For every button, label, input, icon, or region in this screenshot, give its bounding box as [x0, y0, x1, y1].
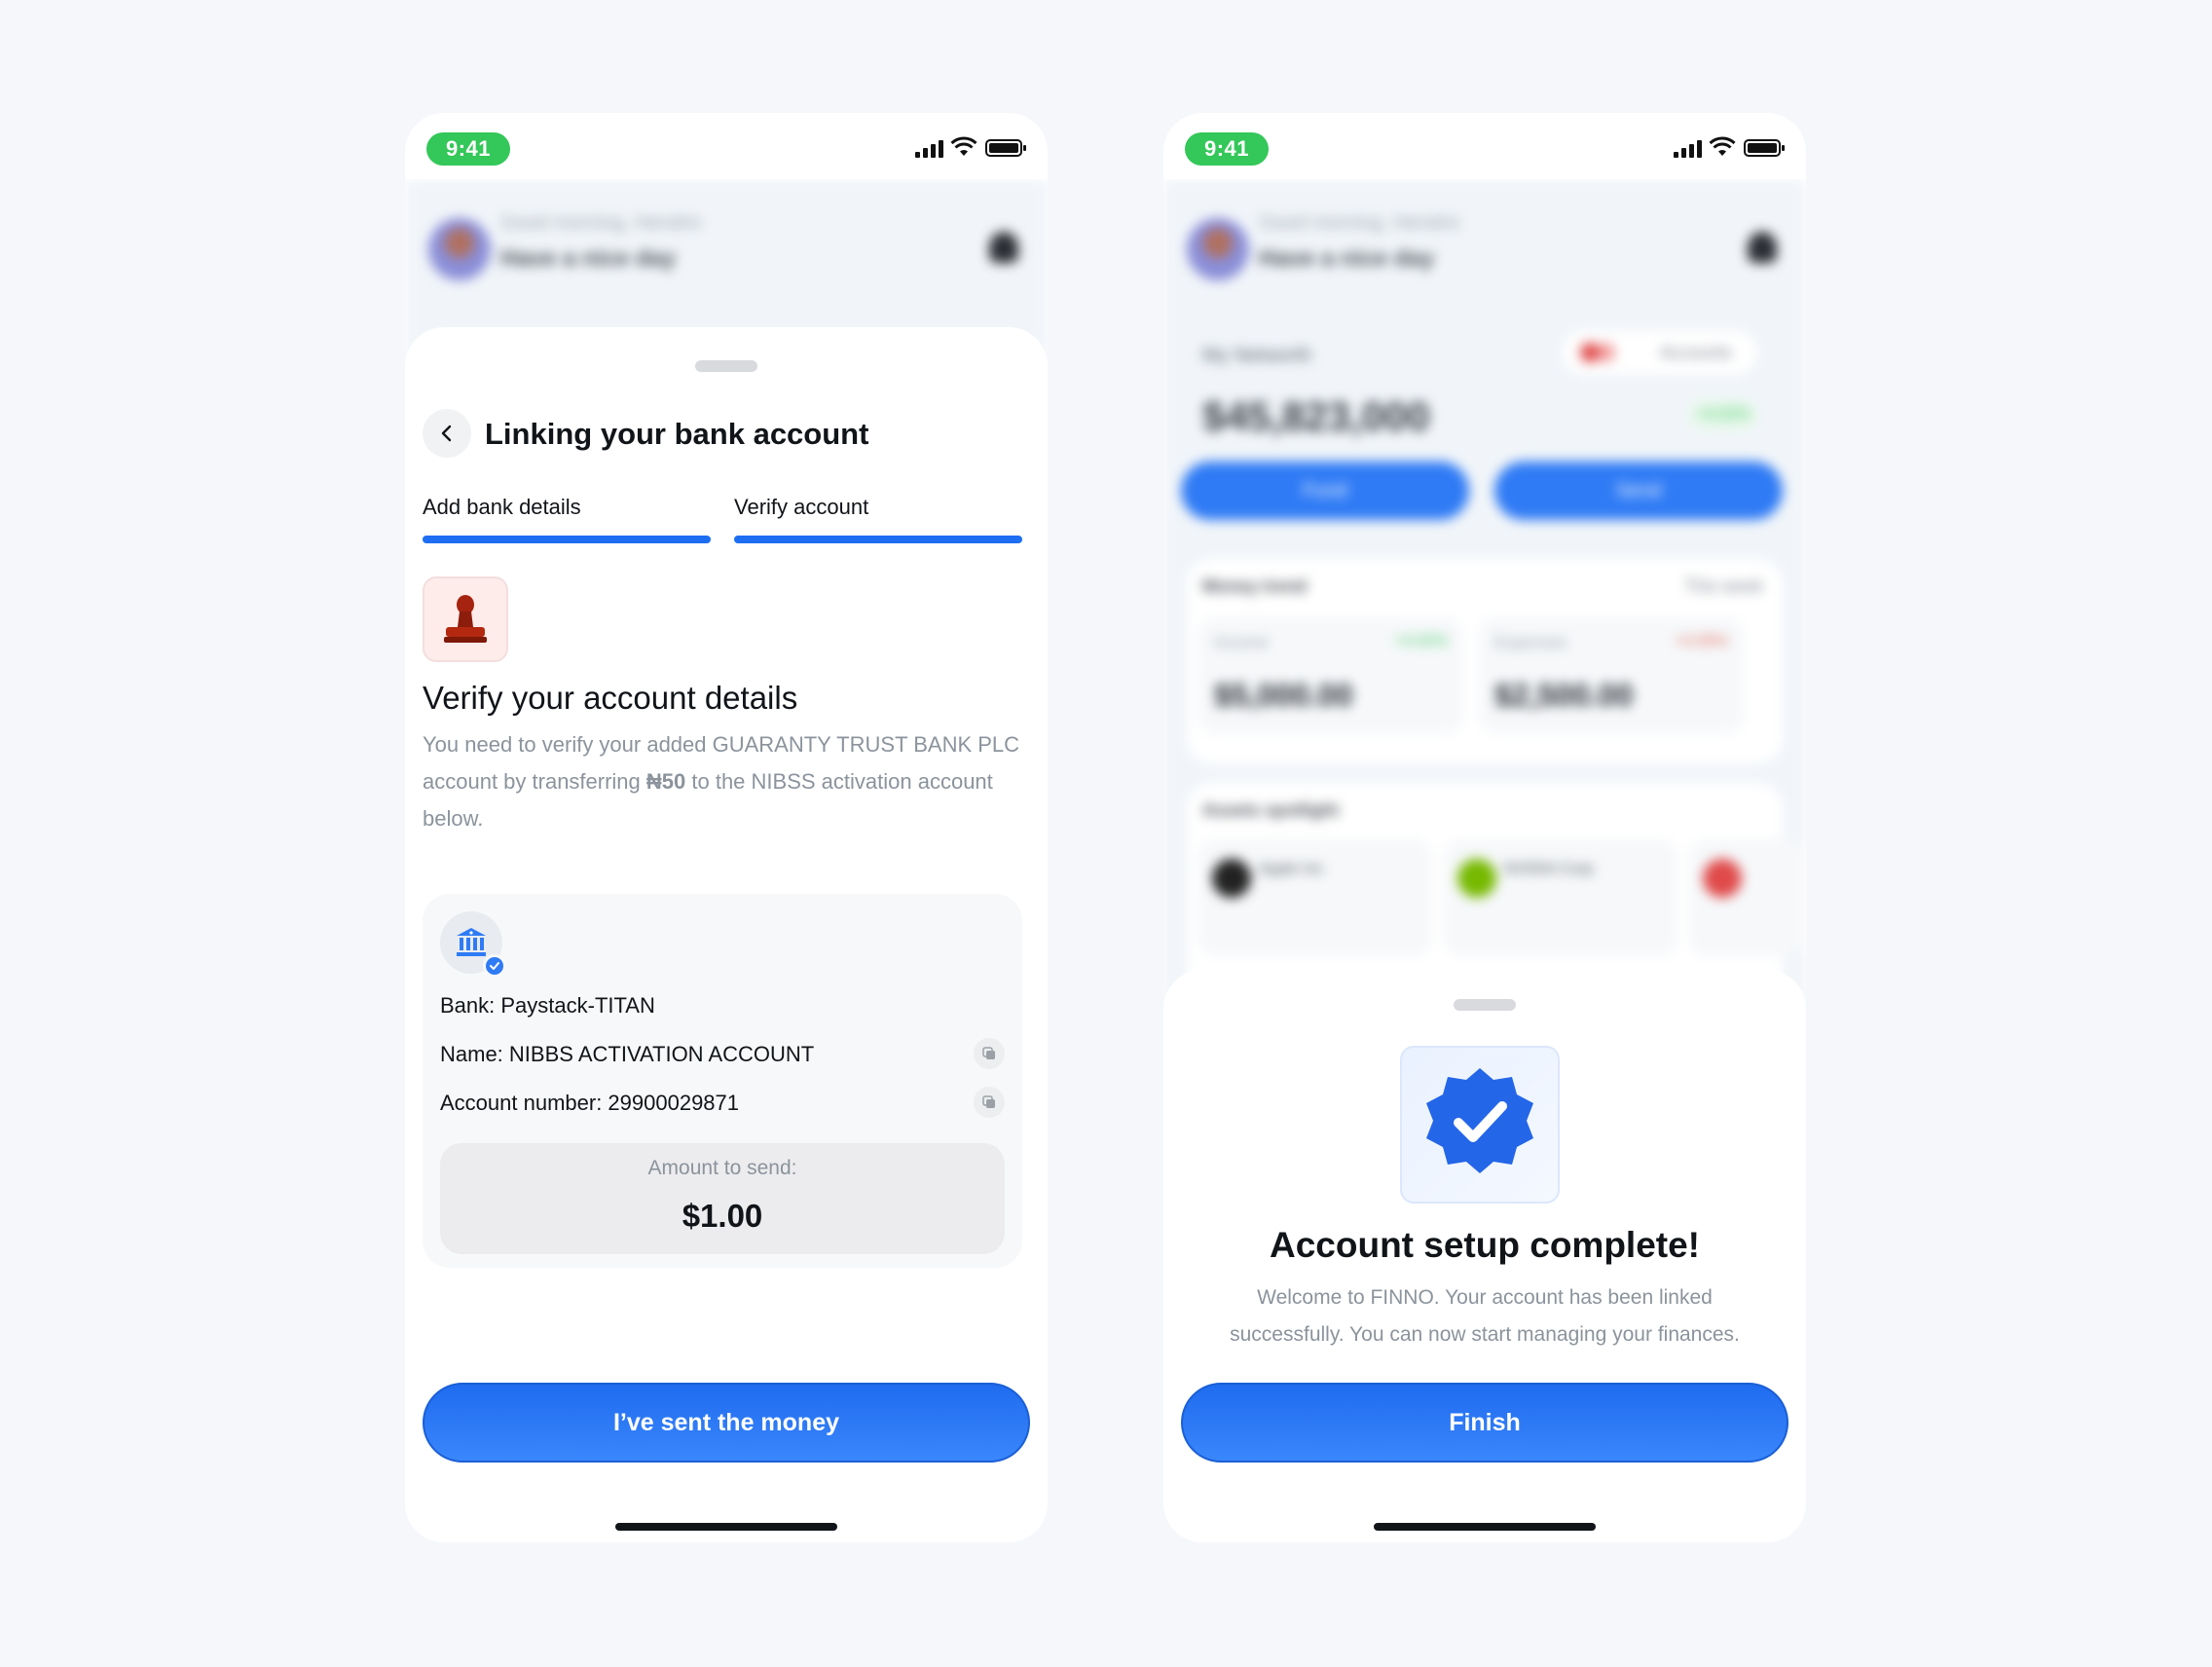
verified-badge-icon [1400, 1046, 1560, 1204]
battery-icon [985, 139, 1026, 157]
sent-money-button[interactable]: I’ve sent the money [423, 1383, 1030, 1463]
signal-icon [915, 138, 944, 158]
verified-check-icon [483, 954, 506, 978]
money-trend-title: Money trend [1202, 576, 1308, 596]
expenses-change: +4.00% [1675, 633, 1728, 649]
period-select: This week [1683, 576, 1763, 596]
avatar [428, 218, 491, 280]
bell-icon [1748, 232, 1777, 263]
copy-icon [982, 1095, 995, 1108]
verify-description: You need to verify your added GUARANTY T… [423, 726, 1026, 837]
bank-name-line: Bank: Paystack-TITAN [440, 993, 655, 1018]
copy-account-number-button[interactable] [974, 1087, 1005, 1118]
asset-item [1689, 839, 1806, 956]
networth-label: My Networth [1202, 345, 1312, 366]
status-icons [915, 134, 1032, 162]
sheet-grabber[interactable] [1454, 999, 1516, 1011]
expenses-value: $2,500.00 [1494, 678, 1634, 713]
step-label: Verify account [734, 495, 869, 519]
bottom-sheet: Linking your bank account Add bank detai… [405, 327, 1048, 1542]
accounts-pill: Accounts [1563, 331, 1757, 374]
assets-title: Assets spotlight [1202, 800, 1340, 820]
back-arrow-icon [441, 425, 452, 442]
step-label: Add bank details [423, 495, 581, 519]
asset-name: NVIDIA Corp [1504, 861, 1594, 877]
send-button: Send [1494, 462, 1783, 520]
status-bar: 9:41 [405, 113, 1048, 179]
page-title: Linking your bank account [485, 417, 869, 451]
asset-item: NVIDIA Corp [1444, 839, 1677, 956]
verify-heading: Verify your account details [423, 680, 798, 716]
networth-change-badge: +4.02% [1689, 399, 1757, 430]
copy-name-button[interactable] [974, 1038, 1005, 1069]
asset-name: Apple Inc [1259, 861, 1324, 877]
expenses-label: Expenses [1494, 633, 1567, 651]
fund-button: Fund [1181, 462, 1469, 520]
account-name-line: Name: NIBBS ACTIVATION ACCOUNT [440, 1042, 815, 1066]
battery-icon [1744, 139, 1785, 157]
step-verify-account: Verify account [734, 495, 1022, 543]
step-progress-bar [423, 536, 711, 543]
greeting-text: Good morning, Hendrix [500, 212, 702, 234]
home-indicator [1374, 1523, 1596, 1531]
sheet-grabber[interactable] [695, 360, 757, 372]
asset-item: Apple Inc [1198, 839, 1432, 956]
wifi-icon [1709, 136, 1736, 156]
bank-details-card: Bank: Paystack-TITAN Name: NIBBS ACTIVAT… [423, 894, 1022, 1268]
expenses-tile: Expenses +4.00% $2,500.00 [1479, 617, 1744, 734]
stamp-icon [423, 576, 508, 662]
finish-button[interactable]: Finish [1181, 1383, 1788, 1463]
income-value: $5,000.00 [1214, 678, 1353, 713]
phone-screen-complete: 9:41 Good morning, Hendrix Have a nice d… [1163, 113, 1806, 1542]
status-icons [1674, 134, 1790, 162]
income-change: +4.02% [1394, 633, 1448, 649]
income-label: Income [1214, 633, 1269, 651]
amount-to-send-box: Amount to send: $1.00 [440, 1143, 1005, 1254]
tagline-text: Have a nice day [1259, 245, 1435, 272]
step-progress-bar [734, 536, 1022, 543]
amount-value: $1.00 [682, 1198, 763, 1234]
complete-description: Welcome to FINNO. Your account has been … [1230, 1286, 1740, 1346]
amount-label: Amount to send: [647, 1157, 797, 1179]
status-time: 9:41 [1185, 132, 1269, 166]
status-time: 9:41 [426, 132, 510, 166]
account-number-line: Account number: 29900029871 [440, 1091, 740, 1115]
signal-icon [1674, 138, 1703, 158]
copy-icon [982, 1047, 995, 1059]
networth-value: $45,823,000 [1202, 393, 1430, 439]
avatar [1187, 218, 1249, 280]
step-add-bank-details: Add bank details [423, 495, 711, 543]
back-button[interactable] [423, 409, 471, 458]
complete-heading: Account setup complete! [1270, 1225, 1700, 1265]
phone-screen-linking: 9:41 Good morning, Hendrix Have a nice d… [405, 113, 1048, 1542]
home-indicator [615, 1523, 837, 1531]
money-trend-card: Money trend This week Income +4.02% $5,0… [1187, 559, 1783, 763]
greeting-text: Good morning, Hendrix [1259, 212, 1460, 234]
tagline-text: Have a nice day [500, 245, 677, 272]
verify-description-amount: ₦50 [645, 769, 686, 794]
status-bar: 9:41 [1163, 113, 1806, 179]
wifi-icon [950, 136, 977, 156]
bell-icon [989, 232, 1018, 263]
income-tile: Income +4.02% $5,000.00 [1198, 617, 1463, 734]
